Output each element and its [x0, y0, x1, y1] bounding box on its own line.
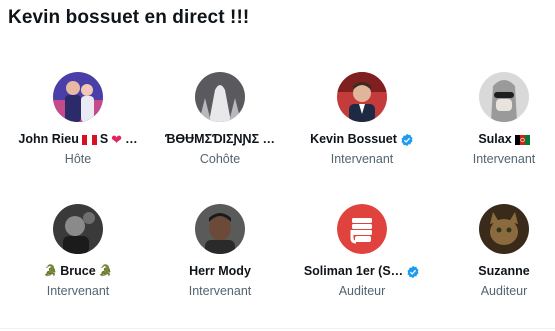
participant-name: Bruce [60, 264, 96, 278]
heart-icon: ❤ [111, 132, 123, 147]
participant-role: Auditeur [338, 284, 386, 298]
participant-name: Sulax [478, 132, 512, 146]
verified-badge-icon [407, 265, 419, 278]
avatar-sulax [479, 72, 529, 122]
spaces-default-avatar-icon [337, 204, 387, 254]
participant-bruce[interactable]: 🐊 Bruce 🐊 Intervenant [9, 204, 147, 298]
participant-john-rieu[interactable]: John Rieu S ❤ … Hôte [9, 72, 147, 166]
participant-kevin-bossuet[interactable]: Kevin Bossuet Intervenant [293, 72, 431, 166]
participant-name: Soliman 1er (S… [303, 264, 404, 278]
participant-soliman[interactable]: Soliman 1er (S… Auditeur [293, 204, 431, 298]
verified-badge-icon [401, 133, 413, 146]
name-ellipsis: … [125, 132, 138, 146]
avatar-kevin-bossuet [337, 72, 387, 122]
participant-herr-mody[interactable]: Herr Mody Intervenant [151, 204, 289, 298]
participant-role: Auditeur [480, 284, 528, 298]
afghanistan-flag-icon [514, 134, 530, 145]
avatar-bruce [53, 204, 103, 254]
avatar-john-rieu [53, 72, 103, 122]
avatar-herr-mody [195, 204, 245, 254]
participant-name: ƁƟɄMƩƊƖƩƝƝƩ … [164, 132, 276, 146]
crocodile-icon: 🐊 [43, 265, 58, 277]
participant-role: Intervenant [188, 284, 252, 298]
participant-name: Suzanne [478, 264, 530, 278]
name-suffix: S [99, 132, 109, 146]
participant-sulax[interactable]: Sulax Intervenant [435, 72, 555, 166]
avatar-suzanne [479, 204, 529, 254]
participant-role: Intervenant [330, 152, 394, 166]
participant-role: Intervenant [472, 152, 536, 166]
participant-role: Intervenant [46, 284, 110, 298]
participant-cohost[interactable]: ƁƟɄMƩƊƖƩƝƝƩ … Cohôte [151, 72, 289, 166]
participant-name: Kevin Bossuet [310, 132, 397, 146]
participant-name: John Rieu [18, 132, 79, 146]
bottom-divider [0, 328, 555, 329]
participants-grid: John Rieu S ❤ … Hôte ƁƟɄMƩƊƖƩƝƝƩ … Cohôt… [0, 0, 555, 331]
participant-suzanne[interactable]: Suzanne Auditeur [435, 204, 555, 298]
peru-flag-icon [81, 134, 97, 145]
avatar-cohost [195, 72, 245, 122]
participant-role: Hôte [64, 152, 92, 166]
participant-name: Herr Mody [189, 264, 251, 278]
participant-role: Cohôte [199, 152, 241, 166]
crocodile-icon: 🐊 [98, 265, 113, 277]
